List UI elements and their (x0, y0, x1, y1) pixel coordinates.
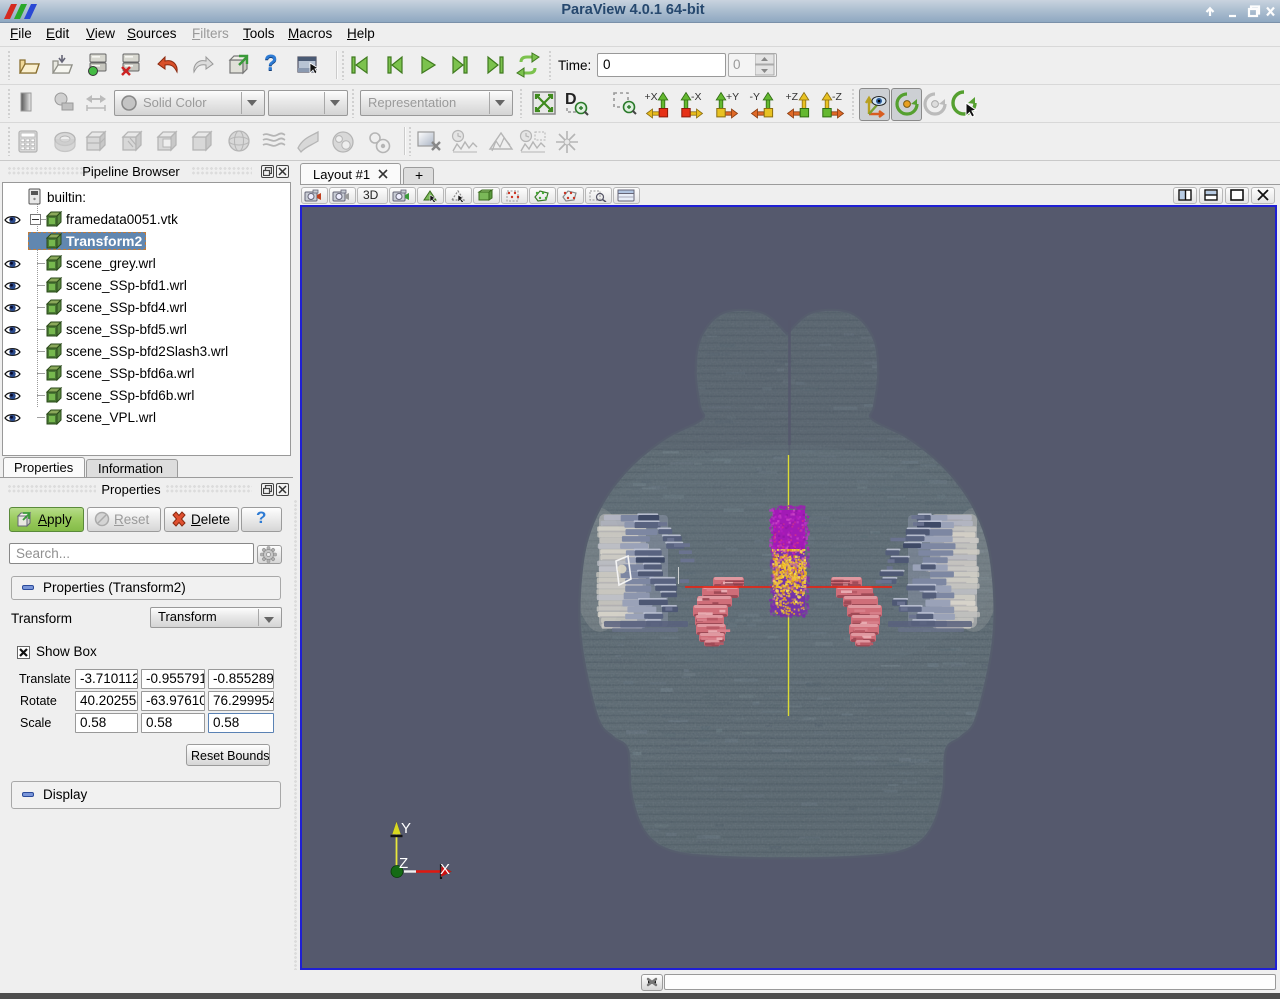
svg-text:Z: Z (399, 855, 408, 872)
svg-text:-Z: -Z (832, 91, 842, 103)
svg-text:X: X (440, 861, 450, 878)
svg-text:-Y: -Y (750, 91, 761, 103)
svg-text:Y: Y (401, 820, 411, 837)
svg-text:+Z: +Z (786, 91, 799, 103)
svg-text:D: D (565, 91, 577, 108)
svg-text:+X: +X (645, 91, 658, 103)
svg-text:+Y: +Y (726, 91, 739, 103)
svg-text:-X: -X (691, 91, 702, 103)
